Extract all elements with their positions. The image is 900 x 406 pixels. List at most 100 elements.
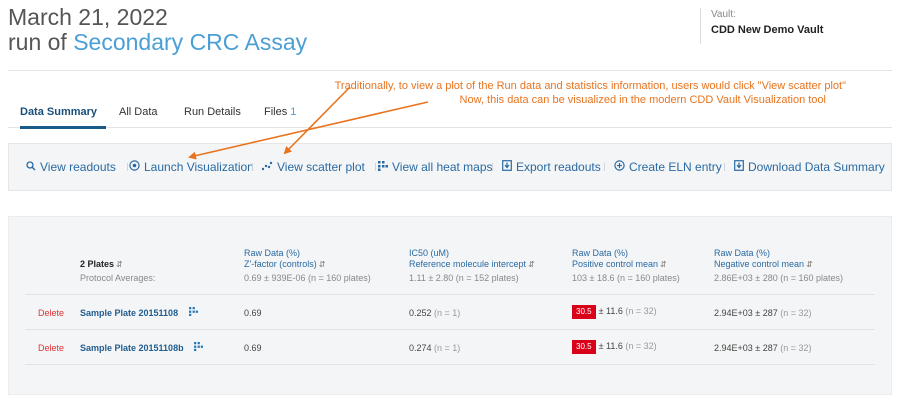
- column-title: Raw Data (%): [244, 248, 301, 258]
- create-eln-entry-button[interactable]: Create ELN entry: [614, 160, 722, 174]
- launch-visualization-button[interactable]: Launch Visualization: [129, 160, 254, 174]
- ic50-value: 0.252 (n = 1): [409, 307, 460, 319]
- column-title: Raw Data (%): [714, 248, 771, 258]
- table-row: Delete Sample Plate 20151108 0.69 0.252 …: [25, 295, 875, 330]
- view-scatter-plot-button[interactable]: View scatter plot: [261, 160, 365, 174]
- table-row: Delete Sample Plate 20151108b 0.69 0.274…: [25, 330, 875, 365]
- positive-control-value: 30.5 ± 11.6 (n = 32): [572, 340, 657, 354]
- toolbar-separator: [492, 163, 493, 171]
- view-all-heat-maps-button[interactable]: View all heat maps: [378, 160, 493, 174]
- zfactor-column-header[interactable]: Raw Data (%) Z'-factor (controls) ⇵ 0.69 …: [244, 248, 371, 284]
- positive-control-value: 30.5 ± 11.6 (n = 32): [572, 305, 657, 319]
- toolbar-separator: [724, 163, 725, 171]
- positive-control-std: ± 11.6: [598, 306, 623, 316]
- out-of-range-badge: 30.5: [572, 305, 596, 319]
- tab-label: All Data: [119, 106, 158, 118]
- tab-files[interactable]: Files 1: [264, 105, 296, 119]
- negative-control-mean: 2.94E+03 ± 287: [714, 308, 778, 318]
- column-title: Raw Data (%): [572, 248, 629, 258]
- run-protocol-title: run of Secondary CRC Assay: [8, 29, 307, 56]
- sort-icon[interactable]: ⇵: [806, 260, 813, 269]
- column-subtitle: Z'-factor (controls): [244, 259, 317, 269]
- vault-name: CDD New Demo Vault: [711, 24, 824, 36]
- zfactor-value: 0.69: [244, 308, 262, 318]
- tab-bar: Data Summary All Data Run Details Files …: [8, 96, 892, 129]
- run-date-title: March 21, 2022: [8, 4, 168, 30]
- sort-icon[interactable]: ⇵: [319, 260, 326, 269]
- plate-cell: Sample Plate 20151108b: [80, 342, 204, 355]
- toolbar-label: Export readouts: [516, 160, 601, 174]
- scatter-plot-icon: [261, 160, 273, 174]
- zfactor-value: 0.69: [244, 343, 262, 353]
- toolbar-label: View readouts: [40, 160, 116, 174]
- plate-link[interactable]: Sample Plate 20151108: [80, 308, 178, 318]
- sort-icon[interactable]: ⇵: [116, 260, 123, 269]
- column-title: IC50 (uM): [409, 248, 450, 258]
- annotation-line-1: Traditionally, to view a plot of the Run…: [334, 80, 846, 92]
- toolbar-separator: [252, 163, 253, 171]
- ic50-value: 0.274 (n = 1): [409, 342, 460, 354]
- tab-data-summary[interactable]: Data Summary: [20, 105, 97, 119]
- visualization-icon: [129, 160, 140, 174]
- tab-all-data[interactable]: All Data: [119, 105, 158, 119]
- toolbar-separator: [127, 163, 128, 171]
- plate-link[interactable]: Sample Plate 20151108b: [80, 343, 184, 353]
- data-summary-panel: 2 Plates ⇵ Protocol Averages: Raw Data (%…: [8, 216, 892, 395]
- ic50-count: (n = 1): [434, 308, 461, 318]
- negative-control-value: 2.94E+03 ± 287 (n = 32): [714, 342, 812, 354]
- plates-column-header[interactable]: 2 Plates ⇵ Protocol Averages:: [80, 259, 155, 284]
- tab-label: Files: [264, 106, 288, 118]
- column-average: 1.11 ± 2.80 (n = 152 plates): [409, 273, 519, 283]
- negative-control-value: 2.94E+03 ± 287 (n = 32): [714, 307, 812, 319]
- column-subtitle: Reference molecule intercept: [409, 259, 527, 269]
- protocol-link[interactable]: Secondary CRC Assay: [73, 29, 307, 55]
- run-prefix: run of: [8, 29, 74, 55]
- toolbar-label: Download Data Summary: [748, 160, 885, 174]
- column-average: 0.69 ± 939E-06 (n = 160 plates): [244, 273, 371, 283]
- toolbar-separator: [375, 163, 376, 171]
- tab-run-details[interactable]: Run Details: [184, 105, 241, 119]
- protocol-averages-label: Protocol Averages:: [80, 273, 156, 283]
- toolbar-label: View all heat maps: [392, 160, 493, 174]
- out-of-range-badge: 30.5: [572, 340, 596, 354]
- vault-label: Vault:: [711, 9, 736, 20]
- download-data-summary-button[interactable]: Download Data Summary: [734, 160, 885, 174]
- negative-control-column-header[interactable]: Raw Data (%) Negative control mean ⇵ 2.86…: [714, 248, 843, 284]
- toolbar-label: View scatter plot: [277, 160, 365, 174]
- delete-link[interactable]: Delete: [38, 307, 64, 319]
- header-divider: [8, 70, 892, 71]
- ic50-number: 0.252: [409, 308, 432, 318]
- column-average: 2.86E+03 ± 280 (n = 160 plates): [714, 273, 844, 283]
- positive-control-count: (n = 32): [625, 306, 657, 316]
- plate-cell: Sample Plate 20151108: [80, 307, 198, 320]
- positive-control-count: (n = 32): [625, 341, 657, 351]
- active-tab-indicator: [20, 126, 106, 129]
- data-summary-table: 2 Plates ⇵ Protocol Averages: Raw Data (%…: [25, 237, 875, 365]
- plates-count-label: 2 Plates: [80, 259, 115, 269]
- negative-control-mean: 2.94E+03 ± 287: [714, 343, 778, 353]
- view-readouts-button[interactable]: View readouts: [26, 160, 116, 174]
- export-icon: [502, 160, 512, 174]
- sort-icon[interactable]: ⇵: [528, 260, 535, 269]
- tab-label: Data Summary: [20, 106, 98, 118]
- delete-link[interactable]: Delete: [38, 342, 64, 354]
- export-readouts-button[interactable]: Export readouts: [502, 160, 601, 174]
- column-subtitle: Positive control mean: [572, 259, 659, 269]
- toolbar-separator: [604, 163, 605, 171]
- heat-map-icon: [378, 160, 388, 174]
- sort-icon[interactable]: ⇵: [660, 260, 667, 269]
- tab-label: Run Details: [184, 106, 241, 118]
- files-count: 1: [290, 106, 297, 118]
- column-subtitle: Negative control mean: [714, 259, 805, 269]
- positive-control-column-header[interactable]: Raw Data (%) Positive control mean ⇵ 103 …: [572, 248, 680, 284]
- ic50-column-header[interactable]: IC50 (uM) Reference molecule intercept ⇵ …: [409, 248, 535, 284]
- plus-circle-icon: [614, 160, 625, 174]
- heat-map-icon[interactable]: [186, 307, 198, 319]
- negative-control-count: (n = 32): [780, 308, 812, 318]
- search-icon: [26, 160, 36, 174]
- download-icon: [734, 160, 744, 174]
- ic50-count: (n = 1): [434, 343, 461, 353]
- action-toolbar: View readouts Launch Visualization View …: [8, 143, 892, 191]
- toolbar-label: Launch Visualization: [144, 160, 254, 174]
- heat-map-icon[interactable]: [192, 342, 204, 354]
